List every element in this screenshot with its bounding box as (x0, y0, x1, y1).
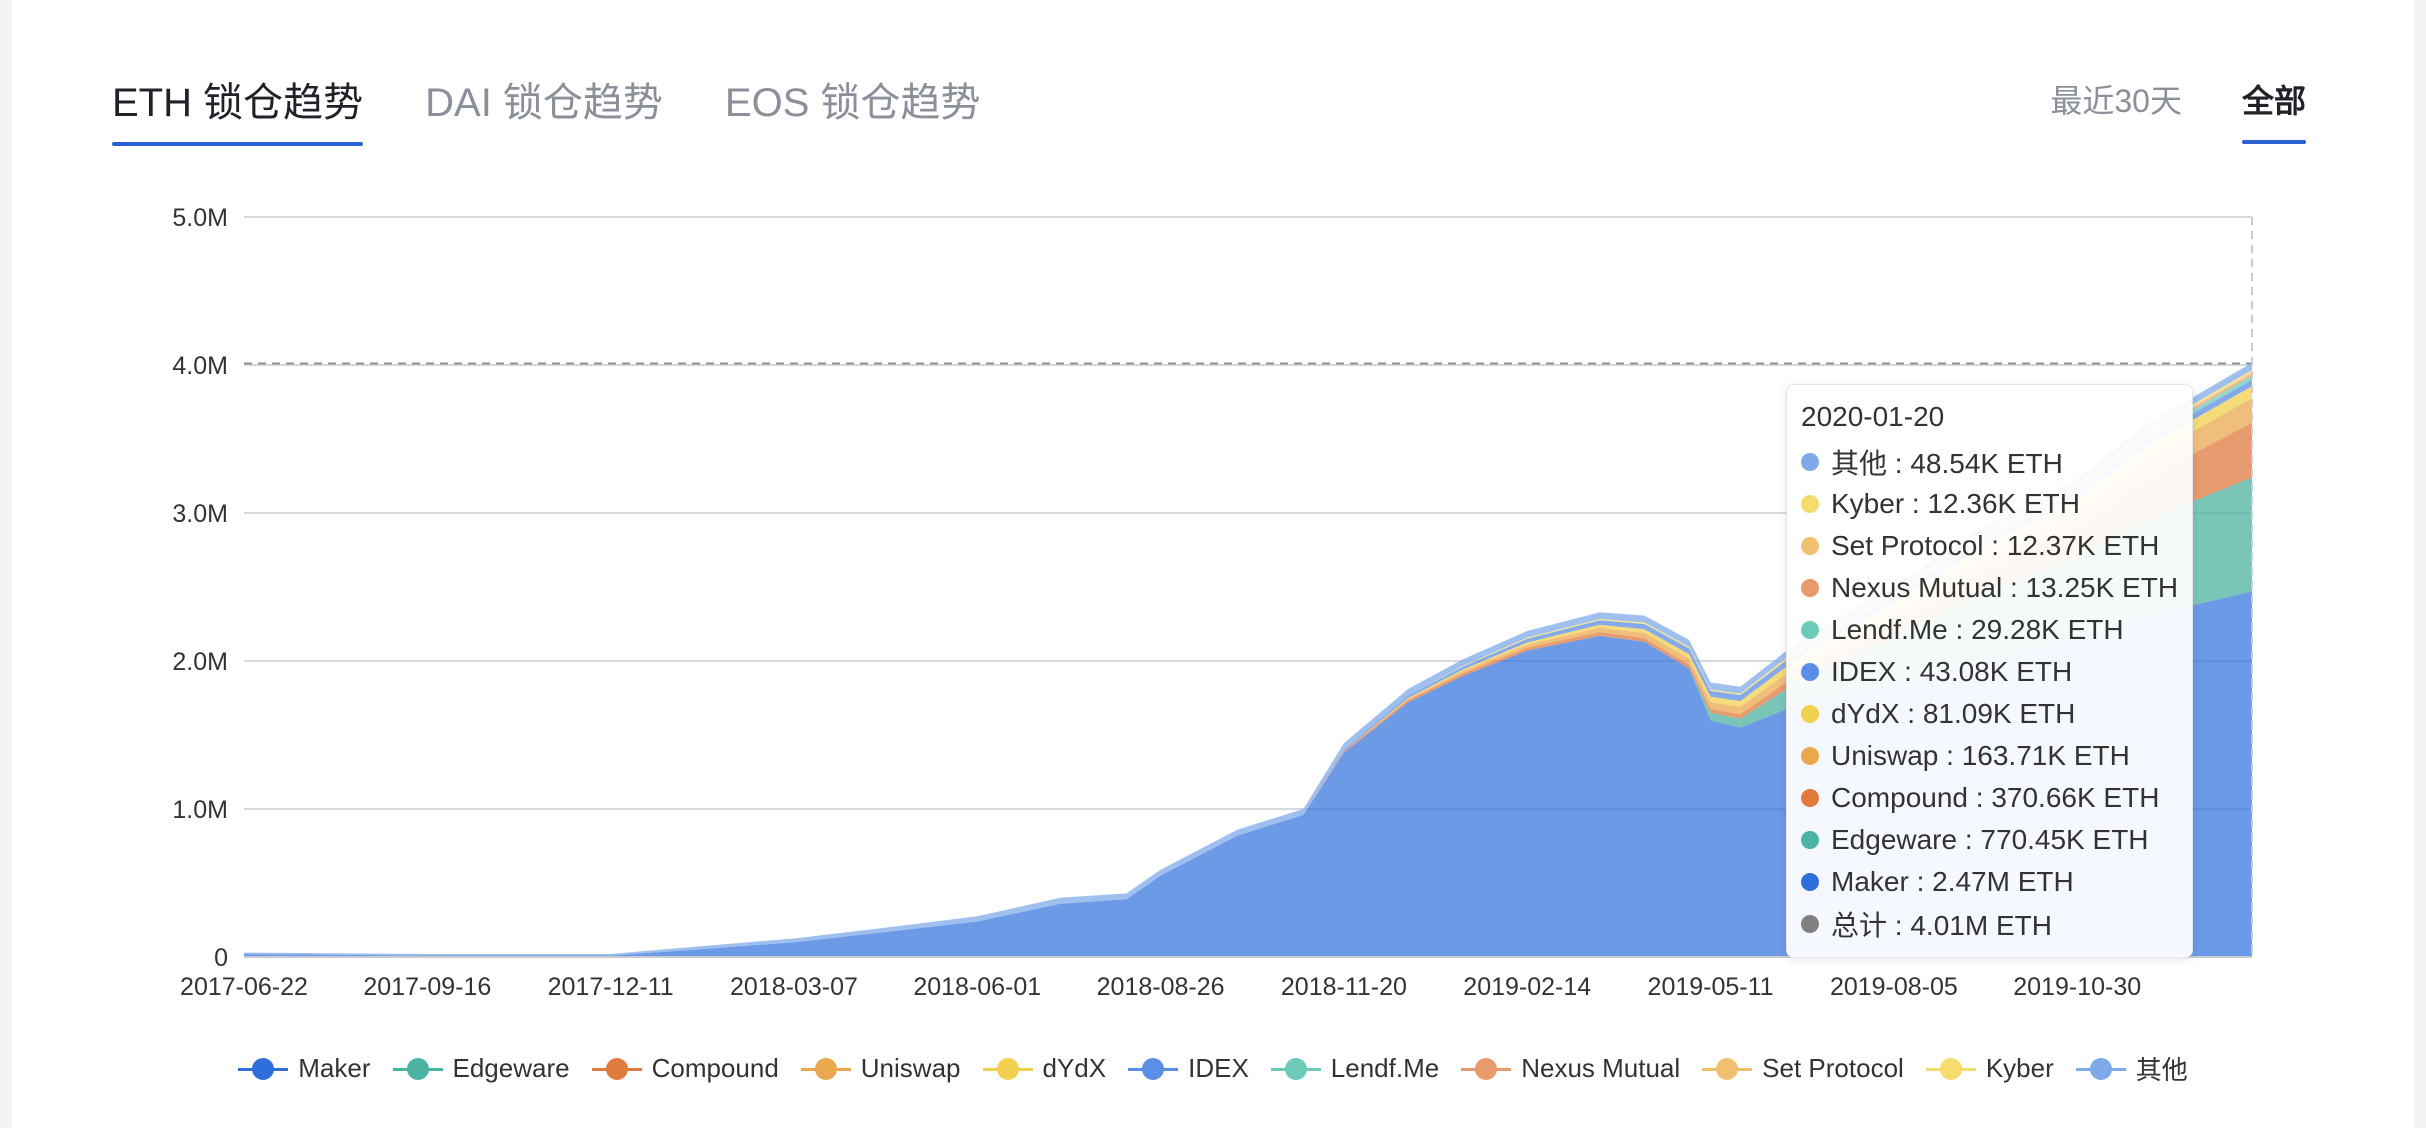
y-tick-label: 3.0M (172, 500, 228, 528)
legend-label: Maker (298, 1053, 371, 1083)
legend-item[interactable]: IDEX (1128, 1050, 1249, 1087)
y-tick-label: 4.0M (172, 352, 228, 380)
tooltip-row: Maker : 2.47M ETH (1787, 861, 2192, 903)
tooltip-dot-icon (1801, 537, 1819, 555)
legend-label: 其他 (2135, 1055, 2188, 1085)
tooltip-row: 其他 : 48.54K ETH (1787, 441, 2192, 483)
y-tick-label: 0 (214, 944, 228, 972)
legend-label: Lendf.Me (1330, 1053, 1440, 1083)
x-tick-label: 2019-10-30 (2013, 973, 2141, 1001)
x-tick-label: 2018-03-07 (730, 973, 858, 1001)
tooltip-row: IDEX : 43.08K ETH (1787, 651, 2192, 693)
tooltip-row-label: Nexus Mutual : 13.25K ETH (1831, 572, 2179, 603)
legend-item[interactable]: Set Protocol (1702, 1050, 1904, 1087)
tooltip-row: Set Protocol : 12.37K ETH (1787, 525, 2192, 567)
legend-marker-icon (1270, 1057, 1321, 1080)
tooltip-row: Edgeware : 770.45K ETH (1787, 819, 2192, 861)
legend-item[interactable]: Compound (591, 1050, 779, 1087)
tooltip-dot-icon (1801, 621, 1819, 639)
legend-label: Set Protocol (1762, 1053, 1904, 1083)
x-tick-label: 2018-08-26 (1097, 973, 1225, 1001)
chart-card: ETH 锁仓趋势 DAI 锁仓趋势 EOS 锁仓趋势 最近30天 全部 0 1.0… (12, 0, 2414, 1128)
tooltip-row-label: Maker : 2.47M ETH (1831, 866, 2074, 897)
tooltip-dot-icon (1801, 579, 1819, 597)
legend-item[interactable]: Uniswap (800, 1050, 961, 1087)
legend-label: Compound (651, 1053, 779, 1083)
x-tick-label: 2018-11-20 (1281, 973, 1407, 1001)
tooltip-row-label: Uniswap : 163.71K ETH (1831, 740, 2130, 771)
chart-tooltip: 2020-01-20 其他 : 48.54K ETH Kyber : 12.36K… (1786, 384, 2193, 958)
legend-marker-icon (2075, 1057, 2126, 1080)
tooltip-dot-icon (1801, 873, 1819, 891)
tooltip-dot-icon (1801, 495, 1819, 513)
legend-marker-icon (1128, 1057, 1179, 1080)
legend-label: Uniswap (860, 1053, 961, 1083)
x-tick-label: 2017-06-22 (180, 973, 308, 1001)
x-tick-label: 2017-12-11 (548, 973, 674, 1001)
legend-label: Nexus Mutual (1521, 1053, 1681, 1083)
tooltip-row-label: Edgeware : 770.45K ETH (1831, 824, 2149, 855)
tooltip-dot-icon (1801, 831, 1819, 849)
legend-marker-icon (392, 1057, 443, 1080)
tooltip-row-label: Lendf.Me : 29.28K ETH (1831, 614, 2124, 645)
tooltip-date: 2020-01-20 (1801, 401, 1945, 432)
y-tick-label: 2.0M (172, 648, 228, 676)
tooltip-row: 总计 : 4.01M ETH (1787, 903, 2192, 945)
tooltip-row-label: Set Protocol : 12.37K ETH (1831, 530, 2160, 561)
tooltip-dot-icon (1801, 663, 1819, 681)
chart-legend: Maker Edgeware Compound Uniswap dYdX IDEX Lend… (12, 1050, 2414, 1087)
legend-marker-icon (1702, 1057, 1753, 1080)
tooltip-dot-icon (1801, 453, 1819, 471)
legend-marker-icon (1925, 1057, 1976, 1080)
legend-marker-icon (982, 1057, 1033, 1080)
tooltip-row: Nexus Mutual : 13.25K ETH (1787, 567, 2192, 609)
legend-item[interactable]: Kyber (1925, 1050, 2054, 1087)
legend-item[interactable]: Lendf.Me (1270, 1050, 1440, 1087)
legend-label: dYdX (1042, 1053, 1107, 1083)
legend-marker-icon (800, 1057, 851, 1080)
tooltip-row-label: dYdX : 81.09K ETH (1831, 698, 2076, 729)
tooltip-dot-icon (1801, 705, 1819, 723)
x-tick-label: 2019-05-11 (1648, 973, 1774, 1001)
tooltip-row-label: 其他 : 48.54K ETH (1831, 448, 2063, 479)
tooltip-row-label: Kyber : 12.36K ETH (1831, 488, 2081, 519)
tooltip-row: Uniswap : 163.71K ETH (1787, 735, 2192, 777)
x-tick-label: 2017-09-16 (363, 973, 491, 1001)
tooltip-dot-icon (1801, 747, 1819, 765)
legend-marker-icon (238, 1057, 289, 1080)
legend-item[interactable]: Nexus Mutual (1461, 1050, 1680, 1087)
tooltip-row-label: 总计 : 4.01M ETH (1831, 910, 2052, 941)
tooltip-dot-icon (1801, 789, 1819, 807)
legend-label: Edgeware (452, 1053, 570, 1083)
legend-item[interactable]: dYdX (982, 1050, 1107, 1087)
tooltip-row: Lendf.Me : 29.28K ETH (1787, 609, 2192, 651)
tooltip-row-label: IDEX : 43.08K ETH (1831, 656, 2073, 687)
x-tick-label: 2019-02-14 (1463, 973, 1591, 1001)
y-tick-label: 5.0M (172, 204, 228, 232)
tooltip-row: Kyber : 12.36K ETH (1787, 483, 2192, 525)
legend-marker-icon (591, 1057, 642, 1080)
tooltip-dot-icon (1801, 915, 1819, 933)
legend-label: Kyber (1985, 1053, 2054, 1083)
tooltip-row: dYdX : 81.09K ETH (1787, 693, 2192, 735)
tooltip-row-label: Compound : 370.66K ETH (1831, 782, 2160, 813)
x-tick-label: 2018-06-01 (913, 973, 1041, 1001)
legend-item[interactable]: 其他 (2075, 1050, 2188, 1087)
legend-item[interactable]: Maker (238, 1050, 371, 1087)
legend-item[interactable]: Edgeware (392, 1050, 570, 1087)
tooltip-row: Compound : 370.66K ETH (1787, 777, 2192, 819)
y-tick-label: 1.0M (172, 796, 228, 824)
legend-label: IDEX (1188, 1053, 1249, 1083)
x-tick-label: 2019-08-05 (1830, 973, 1958, 1001)
legend-marker-icon (1461, 1057, 1512, 1080)
